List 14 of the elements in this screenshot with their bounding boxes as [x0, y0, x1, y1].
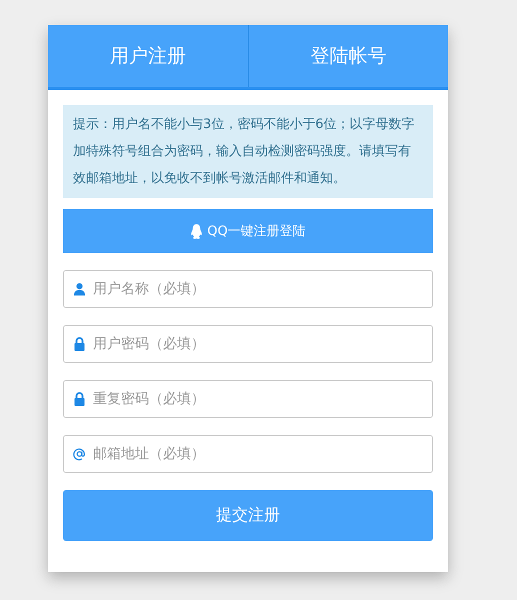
tab[interactable]: 用户注册	[48, 25, 248, 87]
penguin-icon	[190, 224, 204, 238]
at-sign-icon	[73, 447, 86, 461]
input-field[interactable]: 重复密码（必填）	[63, 380, 433, 418]
lock-icon	[73, 392, 86, 406]
qq-register-button[interactable]: QQ一键注册登陆	[63, 209, 433, 253]
user-icon	[73, 282, 86, 296]
notice-text: 提示：用户名不能小与3位，密码不能小于6位；以字母数字加特殊符号组合为密码，输入自动检测密码强度。请填写有效邮箱地址，以免收不到帐号激活邮件和通知。	[63, 105, 433, 198]
input-field[interactable]: 用户密码（必填）	[63, 325, 433, 363]
tab[interactable]: 登陆帐号	[248, 25, 448, 87]
submit-button[interactable]: 提交注册	[63, 490, 433, 541]
input-field[interactable]: 邮箱地址（必填）	[63, 435, 433, 473]
lock-icon	[73, 337, 86, 351]
input-field[interactable]: 用户名称（必填）	[63, 270, 433, 308]
